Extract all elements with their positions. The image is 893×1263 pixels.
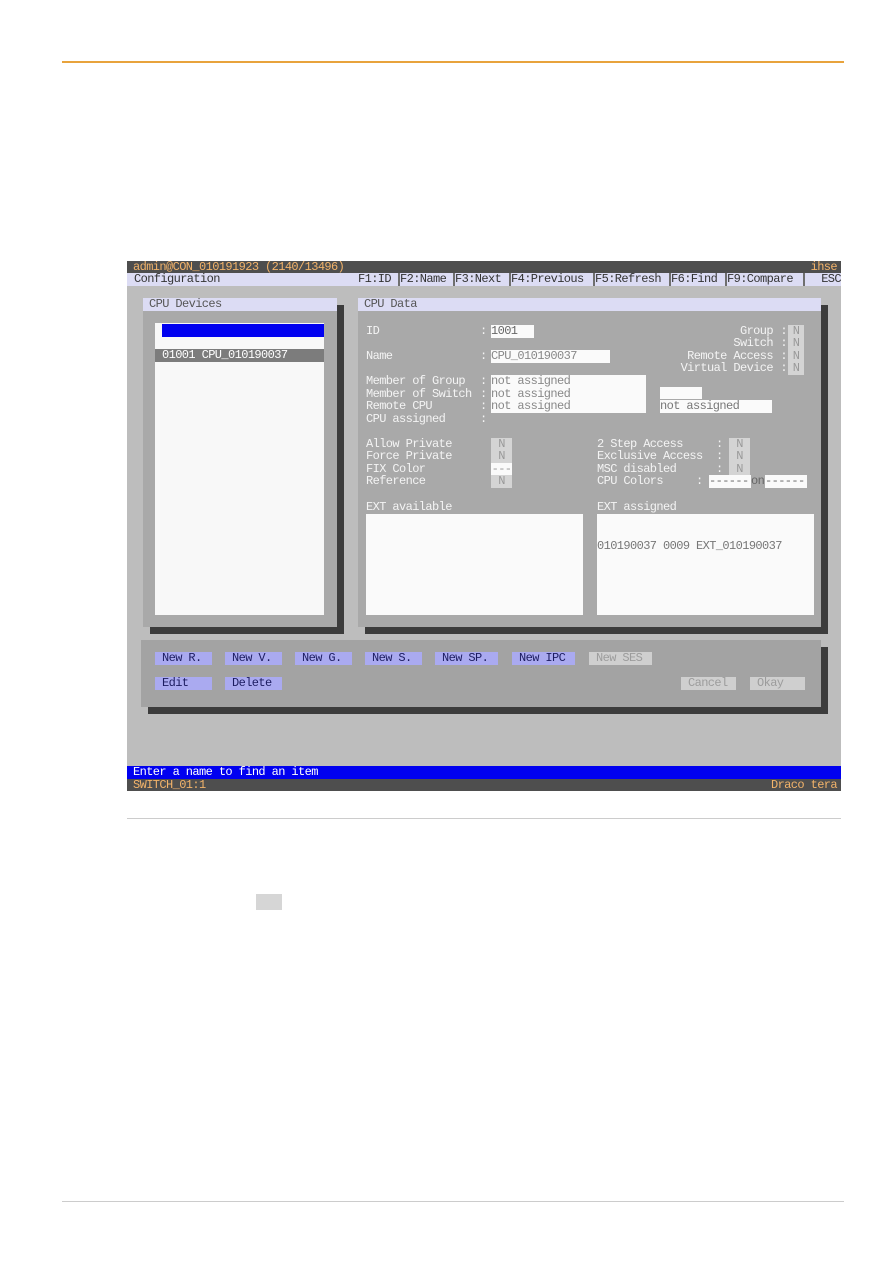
key-f9[interactable]: F9:Compare (727, 273, 803, 286)
ext-assigned-list[interactable]: 010190037 0009 EXT_010190037 (597, 514, 814, 615)
key-f4[interactable]: F4:Previous (511, 273, 593, 286)
remote-cpu-field-2[interactable]: not assigned (660, 400, 772, 413)
name-label: Name (366, 349, 393, 363)
reference-toggle[interactable]: N (491, 475, 512, 488)
okay-button[interactable]: Okay (750, 677, 805, 690)
ext-available-label: EXT available (366, 500, 452, 514)
button-panel: New R. New V. New G. New S. New SP. New … (141, 640, 821, 707)
reference-label: Reference (366, 474, 426, 488)
key-f3[interactable]: F3:Next (455, 273, 509, 286)
cancel-button[interactable]: Cancel (681, 677, 736, 690)
name-field[interactable]: CPU_010190037 (491, 350, 610, 363)
ext-assigned-label: EXT assigned (597, 500, 677, 514)
footer-rule (62, 1201, 844, 1202)
cpu-colors-label: CPU Colors (597, 474, 664, 488)
colon: : (480, 349, 487, 363)
id-label: ID (366, 324, 380, 338)
blank-field (660, 387, 702, 399)
new-ipc-button[interactable]: New IPC (512, 652, 575, 665)
delete-button[interactable]: Delete (225, 677, 282, 690)
cpu-data-title: CPU Data (358, 298, 821, 311)
remote-cpu-field[interactable]: not assigned (491, 400, 571, 413)
key-esc[interactable]: ESC (805, 273, 841, 286)
key-f1[interactable]: F1:ID (358, 273, 398, 286)
footer-bar: SWITCH_01:1 Draco tera (127, 779, 841, 791)
page-header-rule (62, 61, 844, 63)
key-f2[interactable]: F2:Name (400, 273, 453, 286)
list-item[interactable]: 01001 CPU_010190037 (155, 349, 324, 362)
id-field[interactable]: 1001 (491, 325, 534, 338)
list-item[interactable]: 010190037 0009 EXT_010190037 (597, 540, 814, 553)
context-label: Configuration (127, 273, 364, 286)
switch-name: SWITCH_01:1 (133, 778, 206, 792)
new-ses-button[interactable]: New SES (589, 652, 652, 665)
cpu-colors-bg[interactable]: ------ (765, 475, 807, 488)
gray-square (256, 894, 282, 910)
new-sp-button[interactable]: New SP. (435, 652, 498, 665)
new-v-button[interactable]: New V. (225, 652, 282, 665)
new-g-button[interactable]: New G. (295, 652, 352, 665)
edit-button[interactable]: Edit (155, 677, 212, 690)
cpu-assigned-label: CPU assigned (366, 412, 446, 426)
key-f6[interactable]: F6:Find (671, 273, 725, 286)
colon: : (480, 324, 487, 338)
terminal-screen: admin@CON_010191923 (2140/13496) ihse Co… (127, 261, 841, 791)
colon: : (696, 474, 703, 488)
cpu-colors-on: on (751, 474, 765, 488)
new-r-button[interactable]: New R. (155, 652, 212, 665)
cpu-data-panel: CPU Data ID : 1001 Name : CPU_010190037 … (358, 298, 821, 627)
search-input[interactable] (162, 324, 324, 337)
colon: : (780, 361, 787, 375)
device-list[interactable]: 01001 CPU_010190037 (155, 323, 324, 615)
virtual-device-toggle[interactable]: N (788, 362, 804, 375)
colon: : (480, 412, 487, 426)
key-f5[interactable]: F5:Refresh (595, 273, 669, 286)
virtual-device-label: Virtual Device (680, 361, 774, 375)
new-s-button[interactable]: New S. (365, 652, 422, 665)
figure-rule (127, 818, 841, 819)
cpu-devices-title: CPU Devices (143, 298, 337, 311)
ext-available-list[interactable] (366, 514, 583, 615)
menu-bar: Configuration F1:ID F2:Name F3:Next F4:P… (127, 273, 841, 286)
cpu-devices-panel: CPU Devices 01001 CPU_010190037 (143, 298, 337, 627)
status-message: Enter a name to find an item (127, 766, 841, 779)
product-name: Draco tera (770, 778, 838, 792)
cpu-colors-fg[interactable]: ------ (709, 475, 751, 488)
